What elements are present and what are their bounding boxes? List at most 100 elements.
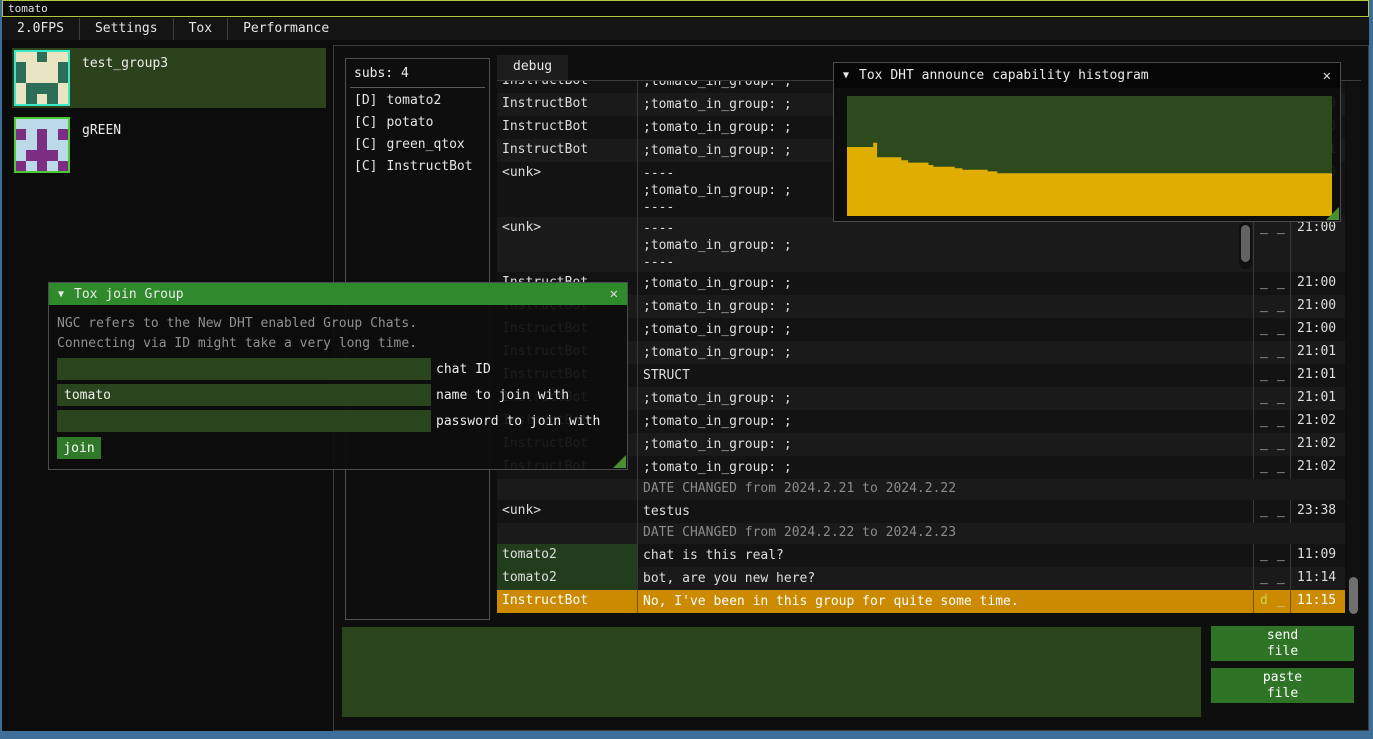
member-item: [C]green_qtox bbox=[354, 137, 489, 152]
chat-scrollbar[interactable] bbox=[1347, 82, 1360, 613]
avatar-pixel bbox=[26, 73, 36, 83]
message-text: ----;tomato_in_group: ;---- bbox=[637, 217, 1253, 272]
status-flag: _ bbox=[1277, 367, 1285, 387]
message-text: ;tomato_in_group: ; bbox=[637, 341, 1253, 364]
chat-row[interactable]: tomato2bot, are you new here?__11:14 bbox=[497, 567, 1345, 590]
menu-item-tox[interactable]: Tox bbox=[174, 18, 227, 40]
subs-count: subs: 4 bbox=[354, 66, 489, 81]
message-status: __ bbox=[1253, 272, 1290, 295]
message-time: 11:14 bbox=[1290, 567, 1345, 590]
message-status: __ bbox=[1253, 567, 1290, 590]
group-item-test-group3[interactable]: test_group3 bbox=[12, 48, 326, 108]
message-time: 21:01 bbox=[1290, 364, 1345, 387]
avatar-pixel bbox=[47, 129, 57, 139]
collapse-icon[interactable]: ▼ bbox=[843, 70, 849, 81]
avatar-pixel bbox=[47, 83, 57, 93]
status-flag: _ bbox=[1260, 344, 1268, 364]
tab-debug[interactable]: debug bbox=[497, 55, 568, 80]
sender-name bbox=[497, 479, 637, 500]
message-status: __ bbox=[1253, 341, 1290, 364]
avatar-pixel bbox=[58, 150, 68, 160]
status-flag: _ bbox=[1277, 593, 1285, 613]
avatar-pixel bbox=[47, 150, 57, 160]
status-flag: _ bbox=[1260, 298, 1268, 318]
status-flag: _ bbox=[1277, 321, 1285, 341]
chat-id-field[interactable] bbox=[57, 358, 431, 380]
message-text: ;tomato_in_group: ; bbox=[637, 318, 1253, 341]
send-file-button[interactable]: send file bbox=[1211, 626, 1354, 661]
app-window: tomato 2.0FPSSettingsToxPerformance test… bbox=[0, 0, 1373, 739]
scrollbar-thumb[interactable] bbox=[1349, 577, 1358, 614]
message-scrollbar[interactable] bbox=[1239, 222, 1252, 269]
avatar-pixel bbox=[16, 52, 26, 62]
message-text: STRUCT bbox=[637, 364, 1253, 387]
avatar-pixel bbox=[58, 140, 68, 150]
status-flag: _ bbox=[1260, 547, 1268, 567]
member-role: [C] bbox=[354, 115, 377, 130]
join-password-field[interactable] bbox=[57, 410, 431, 432]
message-status: __ bbox=[1253, 217, 1290, 272]
window-frame bbox=[0, 731, 1373, 739]
avatar-pixel bbox=[16, 62, 26, 72]
avatar-pixel bbox=[26, 62, 36, 72]
avatar-pixel bbox=[47, 62, 57, 72]
join-password-label: password to join with bbox=[436, 414, 600, 429]
message-time: 21:02 bbox=[1290, 410, 1345, 433]
avatar-pixel bbox=[37, 83, 47, 93]
status-flag: d bbox=[1260, 593, 1268, 613]
message-status: __ bbox=[1253, 387, 1290, 410]
status-flag: _ bbox=[1277, 436, 1285, 456]
avatar-pixel bbox=[58, 62, 68, 72]
member-item: [C] InstructBot bbox=[354, 159, 489, 174]
member-item: [C]potato bbox=[354, 115, 489, 130]
close-icon[interactable]: ✕ bbox=[1323, 68, 1331, 84]
menu-item-2-0fps: 2.0FPS bbox=[2, 18, 79, 40]
status-flag: _ bbox=[1260, 436, 1268, 456]
message-time: 21:00 bbox=[1290, 318, 1345, 341]
close-icon[interactable]: ✕ bbox=[610, 286, 618, 302]
collapse-icon[interactable]: ▼ bbox=[58, 289, 64, 300]
member-name: InstructBot bbox=[386, 159, 472, 174]
dht-histogram-title-bar[interactable]: ▼ Tox DHT announce capability histogram … bbox=[834, 63, 1340, 88]
status-flag: _ bbox=[1277, 459, 1285, 479]
message-time: 21:02 bbox=[1290, 433, 1345, 456]
message-status: __ bbox=[1253, 456, 1290, 479]
chat-row[interactable]: <unk>----;tomato_in_group: ;----__21:00 bbox=[497, 217, 1345, 272]
avatar-pixel bbox=[16, 73, 26, 83]
resize-grip[interactable] bbox=[1326, 207, 1339, 220]
menu-item-performance[interactable]: Performance bbox=[228, 18, 344, 40]
group-item-green[interactable]: gREEN bbox=[12, 115, 326, 175]
join-button[interactable]: join bbox=[57, 437, 101, 459]
status-flag: _ bbox=[1277, 390, 1285, 410]
avatar-pixel bbox=[16, 94, 26, 104]
join-name-field[interactable] bbox=[57, 384, 431, 406]
avatar-pixel bbox=[37, 52, 47, 62]
app-title: tomato bbox=[8, 2, 48, 15]
join-group-title-bar[interactable]: ▼ Tox join Group ✕ bbox=[49, 283, 627, 305]
group-avatar bbox=[14, 117, 70, 173]
chat-row[interactable]: <unk>testus__23:38 bbox=[497, 500, 1345, 523]
status-flag: _ bbox=[1260, 570, 1268, 590]
menu-bar: 2.0FPSSettingsToxPerformance bbox=[2, 18, 1369, 40]
scrollbar-thumb[interactable] bbox=[1241, 225, 1250, 262]
member-role: [C] bbox=[354, 159, 377, 174]
sender-name: InstructBot bbox=[497, 590, 637, 613]
status-flag: _ bbox=[1260, 459, 1268, 479]
message-status: __ bbox=[1253, 364, 1290, 387]
paste-file-button[interactable]: paste file bbox=[1211, 668, 1354, 703]
chat-row[interactable]: InstructBotNo, I've been in this group f… bbox=[497, 590, 1345, 613]
status-flag: _ bbox=[1277, 344, 1285, 364]
avatar-pixel bbox=[58, 119, 68, 129]
avatar-pixel bbox=[26, 94, 36, 104]
chat-row[interactable]: tomato2chat is this real?__11:09 bbox=[497, 544, 1345, 567]
avatar-pixel bbox=[16, 150, 26, 160]
message-text: chat is this real? bbox=[637, 544, 1253, 567]
avatar-pixel bbox=[16, 140, 26, 150]
resize-grip[interactable] bbox=[613, 455, 626, 468]
join-name-label: name to join with bbox=[436, 388, 569, 403]
message-status: __ bbox=[1253, 410, 1290, 433]
menu-item-settings[interactable]: Settings bbox=[80, 18, 173, 40]
join-group-window: ▼ Tox join Group ✕ NGC refers to the New… bbox=[48, 282, 628, 470]
message-input[interactable] bbox=[342, 627, 1201, 717]
avatar-pixel bbox=[47, 94, 57, 104]
